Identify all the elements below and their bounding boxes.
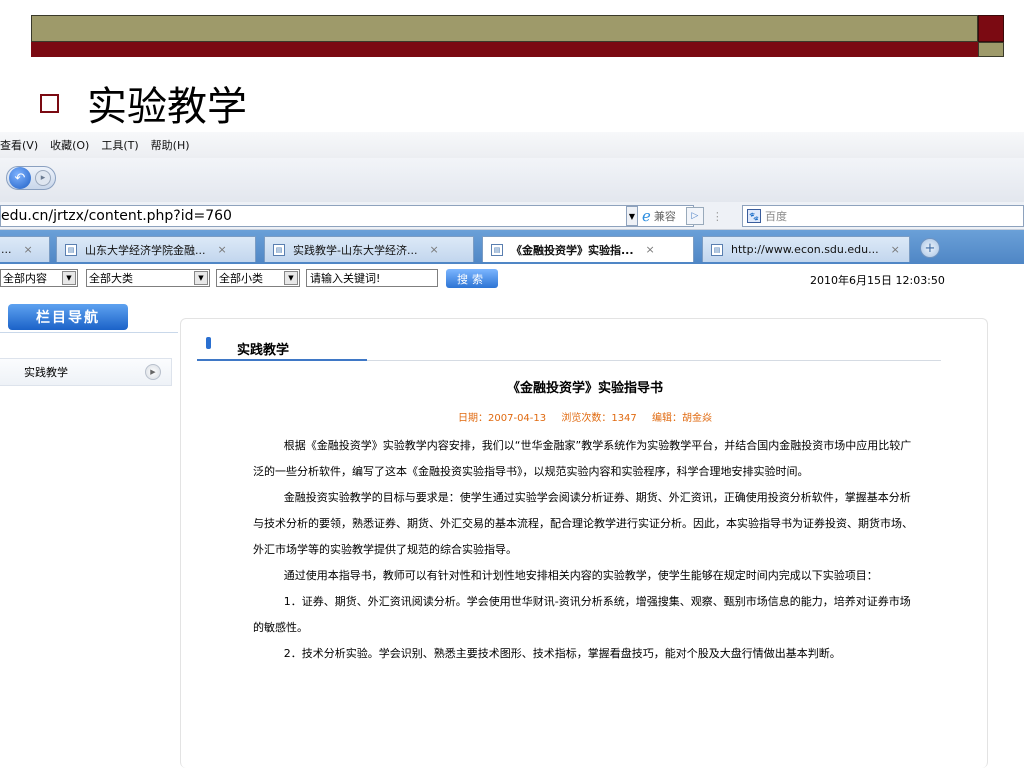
search-box[interactable]: 🐾 百度 [742,205,1024,227]
datetime-display: 2010年6月15日 12:03:50 [810,274,945,287]
tab-label: http://www.econ.sdu.edu... [731,243,879,256]
section-title: 实践教学 [237,343,290,358]
close-icon[interactable]: × [646,243,655,256]
article-paragraph: 2．技术分析实验。学会识别、熟悉主要技术图形、技术指标，掌握看盘技巧，能对个股及… [283,647,841,660]
menu-tools[interactable]: 工具(T) [101,137,138,153]
tab-label: ... [1,243,12,256]
sidebar-item-practice-teaching[interactable]: 实践教学 ▶ [0,358,172,386]
menu-help[interactable]: 帮助(H) [151,137,190,153]
filter-row: 全部内容 ▼ 全部大类 ▼ 全部小类 ▼ 请输入关键词! 搜索 2010年6月1… [0,264,1024,292]
header-square-olive [978,42,1004,57]
article-paragraph: 根据《金融投资学》实验教学内容安排，我们以“世华金融家”教学系统作为实验教学平台… [253,439,912,478]
back-forward-group: ↶ ▸ [6,166,56,190]
section-marker-icon [206,337,211,349]
chevron-right-icon: ▶ [145,364,161,380]
section-underline [197,359,367,361]
article-paragraph: 金融投资实验教学的目标与要求是：使学生通过实验学会阅读分析证券、期货、外汇资讯，… [253,491,913,556]
subcategory-select[interactable]: 全部小类 ▼ [216,269,300,287]
close-icon[interactable]: × [429,243,438,256]
header-bar-olive [31,15,978,42]
sidebar-item-label: 实践教学 [24,366,68,379]
address-row: edu.cn/jrtzx/content.php?id=760 ▼ ℯ 兼容 ▷… [0,202,1024,230]
slide-title-text: 实验教学 [87,84,247,130]
category-select[interactable]: 全部大类 ▼ [86,269,210,287]
chevron-down-icon: ▼ [194,271,208,285]
navigation-row: ↶ ▸ [0,158,1024,202]
tab-5[interactable]: ▤ http://www.econ.sdu.edu... × [702,236,910,262]
address-controls: ▼ ℯ 兼容 ▷ ⋮ [626,205,723,227]
chevron-down-icon: ▼ [62,271,76,285]
tab-label: 《金融投资学》实验指... [511,243,634,257]
content-select-value: 全部内容 [3,272,47,285]
page-icon: ▤ [711,243,723,256]
article-paragraph: 1．证券、期货、外汇资讯阅读分析。学会使用世华财讯-资讯分析系统，增强搜集、观察… [253,595,911,634]
page-icon: ▤ [65,243,77,256]
article-date: 日期：2007-04-13 [458,413,547,424]
ie-logo-icon: ℯ [642,207,651,225]
article-meta: 日期：2007-04-13 浏览次数：1347 编辑：胡金焱 [181,409,989,424]
sidebar-divider [0,332,178,333]
page-icon: ▤ [273,243,285,256]
category-select-value: 全部大类 [89,272,133,285]
article-title: 《金融投资学》实验指导书 [506,381,663,396]
tab-1[interactable]: ... × [0,236,50,262]
tab-label: 实践教学-山东大学经济... [293,243,418,257]
article-editor: 编辑：胡金焱 [651,413,712,424]
tab-4-active[interactable]: ▤ 《金融投资学》实验指... × [482,236,694,262]
forward-arrow-icon[interactable]: ▸ [35,170,51,186]
main-content: 实践教学 《金融投资学》实验指导书 日期：2007-04-13 浏览次数：134… [180,318,988,768]
menu-bar: 查看(V) 收藏(O) 工具(T) 帮助(H) [0,132,1024,158]
chevron-down-icon: ▼ [284,271,298,285]
go-arrow-icon[interactable]: ▷ [685,207,704,225]
sidebar: 栏目导航 实践教学 ▶ [0,298,178,768]
section-header: 实践教学 [197,335,941,361]
page-icon: ▤ [491,243,503,256]
baidu-paw-icon: 🐾 [747,209,761,223]
search-placeholder: 百度 [765,210,787,223]
square-bullet-icon [40,93,59,113]
close-icon[interactable]: × [218,243,227,256]
close-icon[interactable]: × [891,243,900,256]
menu-view[interactable]: 查看(V) [0,137,38,153]
header-square-maroon [978,15,1004,42]
new-tab-plus-icon[interactable]: + [920,238,940,258]
tab-2[interactable]: ▤ 山东大学经济学院金融... × [56,236,256,262]
article-body: 根据《金融投资学》实验教学内容安排，我们以“世华金融家”教学系统作为实验教学平台… [253,433,913,667]
article-views: 浏览次数：1347 [561,413,637,424]
tab-bar: ... × ▤ 山东大学经济学院金融... × ▤ 实践教学-山东大学经济...… [0,230,1024,264]
subcategory-select-value: 全部小类 [219,272,263,285]
address-input[interactable]: edu.cn/jrtzx/content.php?id=760 [0,205,694,227]
address-dropdown-icon[interactable]: ▼ [626,206,638,226]
tab-label: 山东大学经济学院金融... [85,243,206,257]
content-select[interactable]: 全部内容 ▼ [0,269,78,287]
slide-title: 实验教学 [40,78,247,130]
menu-favorites[interactable]: 收藏(O) [50,137,89,153]
back-arrow-icon[interactable]: ↶ [9,167,31,189]
sidebar-header: 栏目导航 [8,304,128,330]
keyword-input[interactable]: 请输入关键词! [306,269,438,287]
compat-mode-label[interactable]: 兼容 [654,208,676,224]
header-bar-maroon [31,42,978,57]
search-button[interactable]: 搜索 [446,269,498,288]
separator-icon: ⋮ [711,209,723,223]
close-icon[interactable]: × [24,243,33,256]
article-paragraph: 通过使用本指导书，教师可以有针对性和计划性地安排相关内容的实验教学，使学生能够在… [283,569,878,582]
tab-3[interactable]: ▤ 实践教学-山东大学经济... × [264,236,474,262]
